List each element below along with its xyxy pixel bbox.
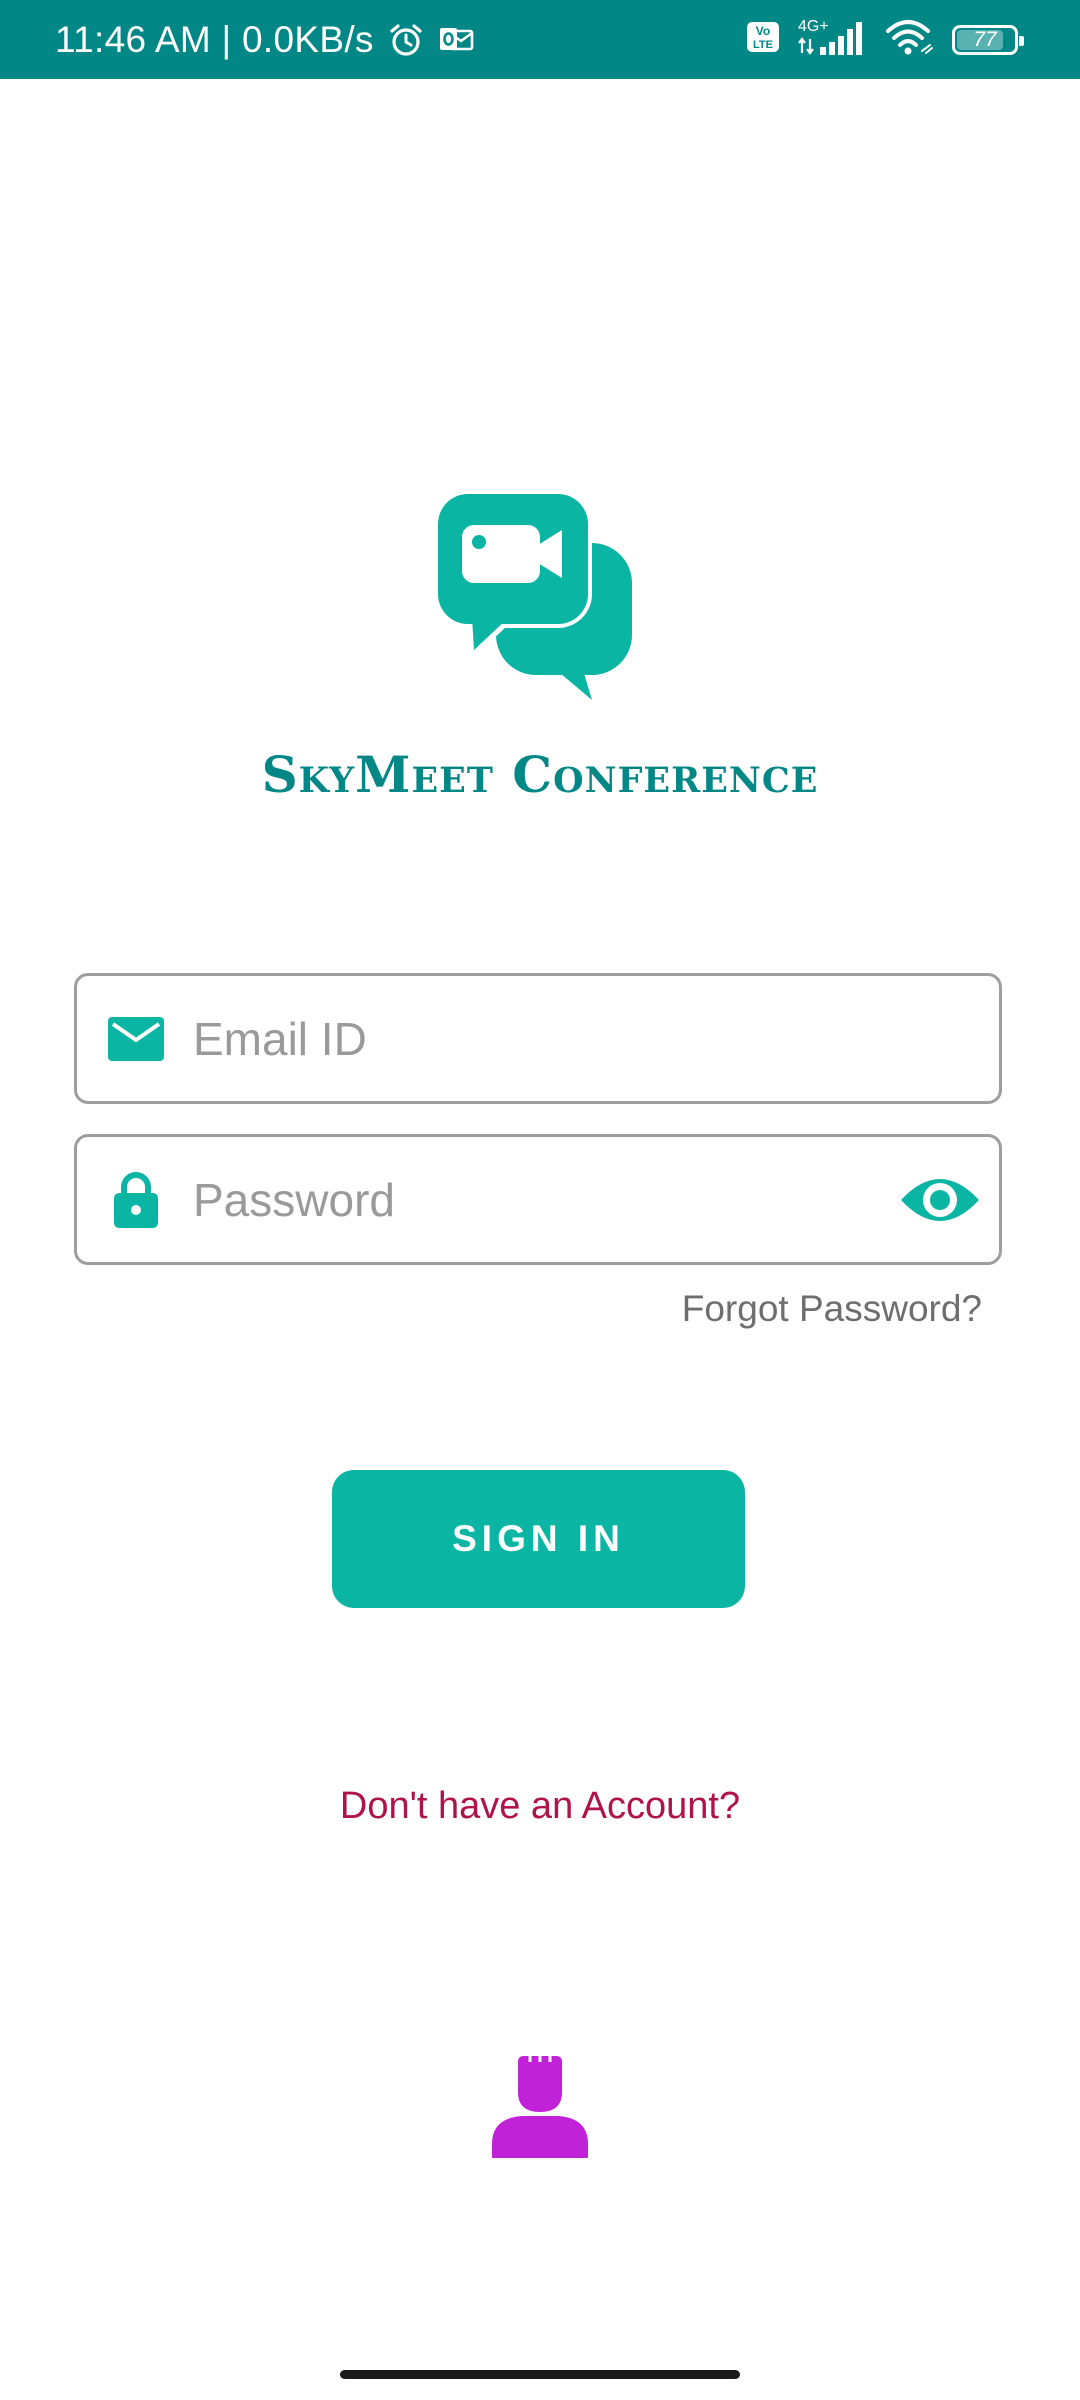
signal-icon: 4G+ <box>796 17 868 62</box>
mail-icon <box>107 1016 165 1062</box>
signup-link[interactable]: Don't have an Account? <box>0 1785 1080 1828</box>
status-bar: 11:46 AM | 0.0KB/s Vo LTE 4G+ 77 <box>0 0 1080 79</box>
email-field[interactable] <box>74 973 1002 1104</box>
status-left: 11:46 AM | 0.0KB/s <box>55 0 474 79</box>
password-field[interactable] <box>74 1134 1002 1265</box>
status-time-speed: 11:46 AM | 0.0KB/s <box>55 18 374 60</box>
lock-icon <box>107 1171 165 1229</box>
forgot-password-link[interactable]: Forgot Password? <box>682 1288 982 1330</box>
status-right: Vo LTE 4G+ 77 <box>746 0 1024 79</box>
battery-cap <box>1019 35 1024 46</box>
app-title: SkyMeet Conference <box>261 745 819 804</box>
video-chat-bubbles-icon <box>434 490 644 705</box>
password-input[interactable] <box>191 1137 897 1262</box>
home-indicator[interactable] <box>340 2370 740 2379</box>
sign-in-button[interactable]: SIGN IN <box>332 1470 745 1608</box>
svg-text:LTE: LTE <box>753 39 773 51</box>
outlook-icon <box>438 25 474 55</box>
battery-icon: 77 <box>952 24 1024 55</box>
wifi-icon <box>884 17 936 62</box>
email-input[interactable] <box>191 976 999 1101</box>
alarm-icon <box>388 22 424 58</box>
network-type: 4G+ <box>798 18 829 35</box>
person-icon[interactable] <box>492 2056 588 2158</box>
battery-level: 77 <box>973 27 997 51</box>
volte-icon: Vo LTE <box>746 21 780 58</box>
eye-icon[interactable] <box>897 1172 983 1228</box>
svg-text:Vo: Vo <box>756 24 770 38</box>
